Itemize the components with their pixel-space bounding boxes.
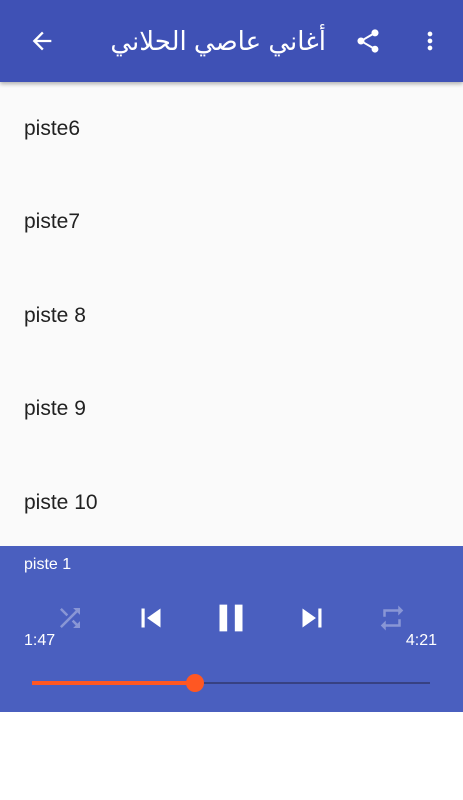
more-vert-icon <box>427 31 433 51</box>
arrow-back-icon <box>32 31 52 51</box>
current-track-title: piste 1 <box>24 556 72 573</box>
track-title: piste7 <box>24 210 81 234</box>
skip-previous-icon <box>141 608 161 628</box>
track-list-item[interactable]: piste7 <box>0 176 463 270</box>
repeat-icon <box>380 605 404 631</box>
track-title: piste 10 <box>24 490 98 514</box>
total-time: 4:21 <box>405 632 437 649</box>
app-bar: أغاني عاصي الحلاني <box>0 0 463 82</box>
track-title: piste6 <box>24 116 81 140</box>
shuffle-button[interactable] <box>52 600 88 636</box>
seek-bar[interactable] <box>32 671 430 695</box>
skip-next-icon <box>302 608 322 628</box>
share-button[interactable] <box>348 21 388 61</box>
share-icon <box>357 29 379 53</box>
empty-area <box>0 712 463 800</box>
track-title: piste 9 <box>24 397 86 421</box>
pause-icon <box>219 604 243 632</box>
seek-progress <box>32 681 196 685</box>
elapsed-time: 1:47 <box>24 632 56 649</box>
repeat-button[interactable] <box>374 600 410 636</box>
page-title: أغاني عاصي الحلاني <box>110 26 326 56</box>
track-list-item[interactable]: piste 10 <box>0 456 463 550</box>
seek-thumb[interactable] <box>186 674 205 692</box>
media-player: piste 1 1:47 4:21 <box>0 546 463 712</box>
track-list-item[interactable]: piste6 <box>0 82 463 176</box>
next-button[interactable] <box>292 598 332 638</box>
previous-button[interactable] <box>131 598 171 638</box>
pause-button[interactable] <box>208 595 254 641</box>
track-list-item[interactable]: piste 9 <box>0 363 463 457</box>
track-list-item[interactable]: piste 8 <box>0 269 463 363</box>
back-button[interactable] <box>22 21 62 61</box>
shuffle-icon <box>60 608 80 628</box>
track-list: piste6 piste7 piste 8 piste 9 piste 10 <box>0 82 463 550</box>
track-title: piste 8 <box>24 303 86 327</box>
more-options-button[interactable] <box>410 21 450 61</box>
